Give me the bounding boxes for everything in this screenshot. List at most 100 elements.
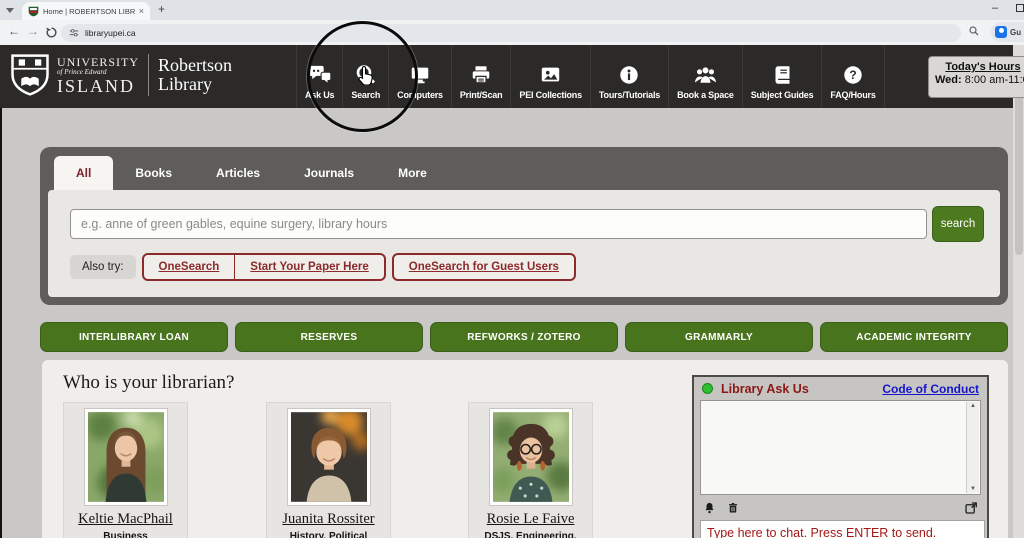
librarian-subjects-link[interactable]: DSJS, Engineering, Mathematics and more.…: [471, 530, 591, 538]
minimize-icon[interactable]: –: [992, 2, 998, 14]
librarian-card-rosie[interactable]: Rosie Le Faive DSJS, Engineering, Mathem…: [468, 402, 593, 538]
librarian-heading: Who is your librarian?: [63, 372, 234, 394]
librarian-photo[interactable]: [489, 408, 573, 506]
site-name: Robertson Library: [158, 56, 232, 95]
site-name-line1: Robertson: [158, 56, 232, 75]
tab-all[interactable]: All: [54, 156, 113, 191]
question-icon: ?: [842, 63, 864, 87]
logo-divider: [148, 54, 149, 96]
maximize-icon[interactable]: [1016, 4, 1024, 12]
nav-item-computers[interactable]: Computers: [388, 45, 451, 108]
nav-label: Print/Scan: [460, 90, 503, 100]
chat-header: Library Ask Us Code of Conduct: [694, 377, 987, 400]
hours-day: Wed:: [935, 74, 962, 86]
nav-item-subject-guides[interactable]: Subject Guides: [742, 45, 822, 108]
onesearch-guest-link[interactable]: OneSearch for Guest Users: [394, 255, 574, 279]
search-panel: search Also try: OneSearch Start Your Pa…: [48, 190, 1000, 297]
librarian-subjects-link[interactable]: Business: [66, 530, 186, 538]
nav-item-tours-tutorials[interactable]: Tours/Tutorials: [590, 45, 668, 108]
site-settings-icon[interactable]: [69, 28, 79, 38]
open-in-new-window-icon[interactable]: [964, 501, 978, 515]
university-line1: UNIVERSITY: [57, 56, 139, 68]
hand-cursor-icon: [357, 65, 374, 85]
todays-hours-text: Wed: 8:00 am-11:00: [935, 74, 1024, 86]
upei-shield-icon: [10, 53, 50, 97]
interlibrary-loan-button[interactable]: INTERLIBRARY LOAN: [40, 322, 228, 352]
librarian-name-link[interactable]: Keltie MacPhail: [78, 511, 173, 528]
tab-search-caret-icon[interactable]: [6, 8, 14, 13]
chat-input[interactable]: [700, 520, 985, 538]
scroll-up-icon[interactable]: ▲: [970, 403, 976, 409]
nav-label: Subject Guides: [751, 90, 814, 100]
nav-label: Search: [351, 90, 380, 100]
chat-message-area: ▲ ▼: [700, 400, 981, 495]
librarian-card-juanita[interactable]: Juanita Rossiter History, Political Scie…: [266, 402, 391, 538]
todays-hours-box[interactable]: Today's Hours Wed: 8:00 am-11:00: [928, 56, 1024, 98]
hours-time: 8:00 am-11:00: [965, 74, 1024, 86]
reload-icon[interactable]: [45, 26, 58, 39]
monitor-icon: [409, 63, 431, 87]
profile-name: Gu: [1010, 28, 1021, 37]
browser-tab[interactable]: Home | ROBERTSON LIBRARY ×: [22, 2, 150, 20]
nav-label: PEI Collections: [519, 90, 582, 100]
nav-item-pei-collections[interactable]: PEI Collections: [510, 45, 590, 108]
new-tab-icon[interactable]: +: [158, 2, 165, 16]
code-of-conduct-link[interactable]: Code of Conduct: [882, 382, 979, 396]
librarian-subjects-link[interactable]: History, Political Science, Island Studi…: [269, 530, 389, 538]
search-button[interactable]: search: [932, 206, 984, 242]
trash-icon[interactable]: [727, 501, 739, 515]
people-icon: [693, 63, 718, 87]
back-icon[interactable]: ←: [8, 24, 20, 38]
tab-journals[interactable]: Journals: [282, 156, 376, 191]
zoom-magnifier-icon[interactable]: [968, 25, 980, 37]
bell-icon[interactable]: [703, 501, 716, 515]
page-left-edge: [0, 108, 2, 538]
library-search-input[interactable]: [70, 209, 927, 239]
page-scrollbar[interactable]: [1013, 45, 1024, 538]
also-try-group-2: OneSearch for Guest Users: [392, 253, 576, 281]
nav-item-ask-us[interactable]: Ask Us: [296, 45, 342, 108]
tab-articles[interactable]: Articles: [194, 156, 282, 191]
refworks-zotero-button[interactable]: REFWORKS / ZOTERO: [430, 322, 618, 352]
nav-item-book-a-space[interactable]: Book a Space: [668, 45, 742, 108]
profile-avatar-icon: [995, 26, 1007, 38]
university-wordmark: UNIVERSITY of Prince Edward ISLAND: [57, 56, 139, 95]
nav-label: Ask Us: [305, 90, 334, 100]
nav-label: Tours/Tutorials: [599, 90, 660, 100]
librarian-name-link[interactable]: Juanita Rossiter: [282, 511, 374, 528]
tab-more[interactable]: More: [376, 156, 449, 191]
favicon-upei-icon: [28, 6, 39, 17]
reserves-button[interactable]: RESERVES: [235, 322, 423, 352]
nav-label: FAQ/Hours: [830, 90, 875, 100]
screen: Home | ROBERTSON LIBRARY × + – ← → libra…: [0, 0, 1024, 538]
tab-title: Home | ROBERTSON LIBRARY: [43, 7, 135, 16]
scroll-down-icon[interactable]: ▼: [970, 486, 976, 492]
onesearch-link[interactable]: OneSearch: [144, 255, 235, 279]
nav-item-faq-hours[interactable]: ? FAQ/Hours: [821, 45, 884, 108]
chat-scrollbar[interactable]: ▲ ▼: [966, 402, 979, 493]
browser-profile-chip[interactable]: Gu: [991, 22, 1024, 42]
librarian-photo[interactable]: [84, 408, 168, 506]
librarian-name-link[interactable]: Rosie Le Faive: [487, 511, 575, 528]
library-chat-widget: Library Ask Us Code of Conduct ▲ ▼: [692, 375, 989, 538]
nav-item-print-scan[interactable]: Print/Scan: [451, 45, 511, 108]
librarian-photo[interactable]: [287, 408, 371, 506]
chat-title: Library Ask Us: [721, 382, 809, 396]
academic-integrity-button[interactable]: ACADEMIC INTEGRITY: [820, 322, 1008, 352]
main-nav: Ask Us Search Computers Print/Scan: [296, 45, 885, 108]
tab-close-icon[interactable]: ×: [139, 7, 144, 16]
search-module: All Books Articles Journals More search …: [40, 147, 1008, 305]
nav-label: Computers: [397, 90, 443, 100]
grammarly-button[interactable]: GRAMMARLY: [625, 322, 813, 352]
book-icon: [772, 63, 793, 87]
upei-logo[interactable]: UNIVERSITY of Prince Edward ISLAND Rober…: [10, 53, 232, 97]
todays-hours-link[interactable]: Today's Hours: [935, 61, 1024, 73]
librarian-card-keltie[interactable]: Keltie MacPhail Business: [63, 402, 188, 538]
start-your-paper-link[interactable]: Start Your Paper Here: [234, 255, 383, 279]
nav-label: Book a Space: [677, 90, 734, 100]
university-line3: ISLAND: [57, 77, 139, 95]
forward-icon[interactable]: →: [27, 24, 39, 38]
online-status-icon: [702, 383, 713, 394]
tab-books[interactable]: Books: [113, 156, 194, 191]
url-bar[interactable]: libraryupei.ca: [61, 24, 961, 42]
